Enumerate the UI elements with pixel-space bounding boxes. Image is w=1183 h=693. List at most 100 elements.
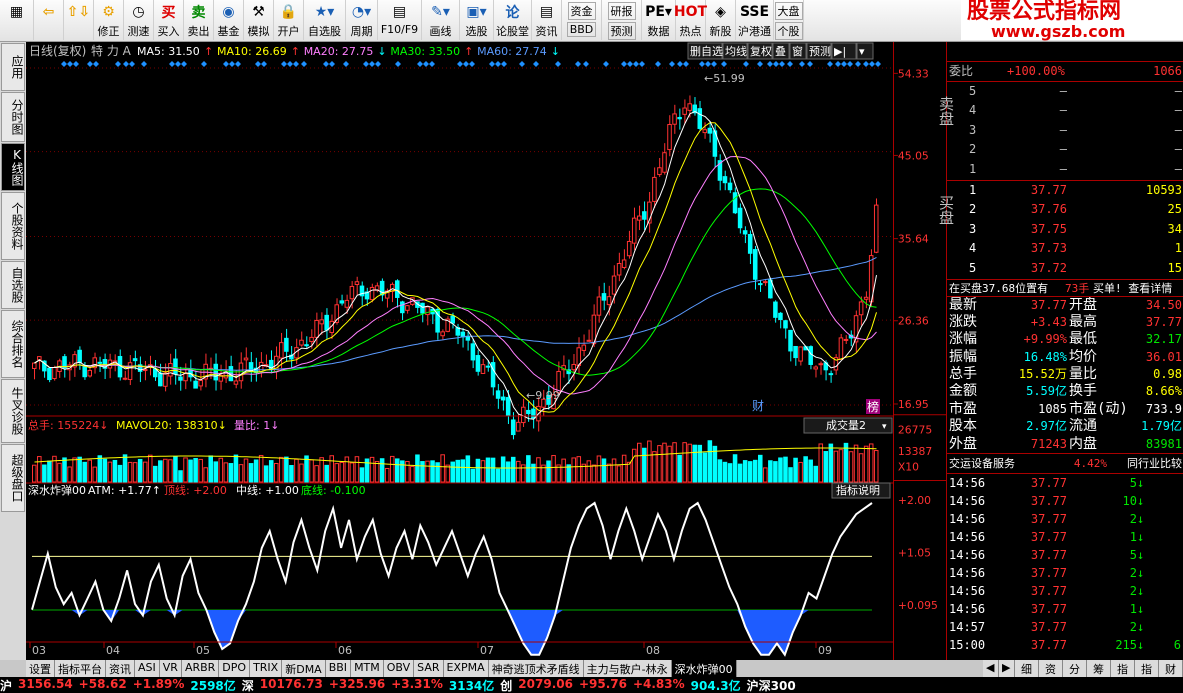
price-axis: 54.33 45.05 35.64 26.36 16.95 26775 13387 X10 +2…	[893, 42, 946, 660]
candle-body	[405, 305, 410, 311]
volume-axis-label: X10	[898, 461, 919, 474]
toolbar-data-button[interactable]: PE▾ 数据	[642, 0, 676, 40]
toolbar-info-button[interactable]: ▤ 资讯	[532, 0, 562, 40]
toolbar-modify-button[interactable]: ⚙ 修正	[94, 0, 124, 40]
sell-level-price: –	[1059, 122, 1067, 137]
toolbar-research-button[interactable]: 研报 预测	[602, 0, 642, 40]
toolbar-back-button[interactable]: ⇦	[34, 0, 64, 40]
indicator-tab-16[interactable]: 深水炸弹00	[671, 660, 737, 677]
big-order-detail-link[interactable]: 买单! 查看详情	[1093, 280, 1182, 296]
kline-chart[interactable]: 日线(复权) 特 力 A MA5: 31.50 ↑ MA10: 26.69 ↑ MA20: …	[26, 42, 893, 660]
toolbar-f10-button[interactable]: ▤ F10/F9	[378, 0, 422, 40]
x-axis-label: 05	[196, 644, 210, 657]
indicator-tab-13[interactable]: EXPMA	[443, 660, 489, 677]
toolbar-nav-button[interactable]: ⇧⇩	[64, 0, 94, 40]
indicator-tab-14[interactable]: 神奇逃顶术矛盾线	[488, 660, 584, 677]
panel-tab-4[interactable]: 指	[1111, 660, 1135, 677]
quote-label: 金额	[949, 383, 977, 400]
toolbar-hkconnect-button[interactable]: SSE 沪港通	[736, 0, 774, 40]
left-tab-2[interactable]: K线图	[1, 143, 25, 191]
volume-bar	[873, 450, 879, 483]
tick-row: 14:56 37.77 10 ↓	[947, 492, 1183, 510]
toolbar-simulate-button[interactable]: ⚒ 模拟	[244, 0, 274, 40]
tab-scroll-left-icon[interactable]: ◀	[983, 660, 999, 677]
panel-tab-3[interactable]: 筹	[1087, 660, 1111, 677]
toolbar-sell-button[interactable]: 卖卖出	[184, 0, 214, 40]
candle-body	[37, 356, 42, 361]
candle-body	[571, 363, 576, 371]
volume-bar	[546, 460, 551, 483]
indicator-tab-3[interactable]: ASI	[135, 660, 160, 677]
status-item: 904.3亿	[690, 679, 741, 693]
indicator-tab-6[interactable]: DPO	[219, 660, 251, 677]
quote-value: 37.77	[1030, 297, 1067, 312]
indicator-tab-11[interactable]: OBV	[383, 660, 415, 677]
indicator-axis-label: +0.095	[898, 599, 938, 612]
panel-tab-2[interactable]: 分	[1063, 660, 1087, 677]
left-tab-7[interactable]: 超级盘口	[1, 444, 25, 512]
quote-label-2: 内盘	[1069, 435, 1097, 452]
indicator-tab-7[interactable]: TRIX	[250, 660, 283, 677]
panel-tab-6[interactable]: 财	[1159, 660, 1183, 677]
toolbar-capital-sublabel: BBD	[566, 22, 597, 37]
volume-bar	[818, 443, 824, 483]
volume-bar	[445, 464, 450, 483]
volume-bar	[838, 449, 844, 483]
toolbar-period-button[interactable]: ◔▾ 周期	[346, 0, 378, 40]
toolbar-forum-button[interactable]: 论论股堂	[494, 0, 532, 40]
volume-bar	[117, 464, 123, 483]
toolbar-menu-button[interactable]: ▦	[0, 0, 34, 40]
tick-volume: 1	[1129, 602, 1137, 617]
left-tab-5[interactable]: 综合排名	[1, 310, 25, 378]
indicator-tab-5[interactable]: ARBR	[181, 660, 220, 677]
big-order-text: 在买盘37.68位置有	[949, 281, 1049, 295]
candle-body	[233, 380, 239, 385]
volume-bar	[788, 467, 793, 483]
toolbar-select-button[interactable]: ▣▾ 选股	[460, 0, 494, 40]
toolbar-market-button[interactable]: 大盘 个股	[774, 0, 804, 40]
finance-marker[interactable]: 财	[752, 399, 764, 413]
candle-body	[284, 337, 289, 352]
toolbar-hot-button[interactable]: HOT 热点	[674, 0, 707, 40]
toolbar-draw-button[interactable]: ✎▾ 画线	[422, 0, 460, 40]
toolbar-test-button[interactable]: ◷ 测速	[124, 0, 154, 40]
indicator-tab-8[interactable]: 新DMA	[282, 660, 326, 677]
volume-bar	[274, 462, 279, 483]
indicator-tab-10[interactable]: MTM	[351, 660, 384, 677]
left-tab-6[interactable]: 牛叉诊股	[1, 379, 25, 443]
indicator-tab-4[interactable]: VR	[159, 660, 182, 677]
toolbar-buy-button[interactable]: 买买入	[154, 0, 184, 40]
left-tab-1[interactable]: 分时图	[1, 92, 25, 142]
industry-name[interactable]: 交运设备服务	[947, 454, 1047, 473]
info-icon: ▤	[539, 4, 554, 20]
indicator-tab-0[interactable]: 设置	[26, 660, 55, 677]
volume-bar	[853, 444, 859, 483]
candle-body	[132, 358, 138, 362]
indicator-tab-2[interactable]: 资讯	[106, 660, 135, 677]
panel-tab-5[interactable]: 指	[1135, 660, 1159, 677]
left-tab-4[interactable]: 自选股	[1, 261, 25, 309]
volume-bar	[495, 468, 501, 483]
panel-tab-0[interactable]: 细	[1015, 660, 1039, 677]
tab-scroll-right-icon[interactable]: ▶	[999, 660, 1015, 677]
toolbar-capital-button[interactable]: 资金 BBD	[562, 0, 602, 40]
toolbar-selfselect-button[interactable]: ★▾ 自选股	[304, 0, 346, 40]
toolbar-fund-button[interactable]: ◉ 基金	[214, 0, 244, 40]
simulate-icon: ⚒	[252, 4, 265, 20]
volume-bar	[808, 459, 813, 483]
left-tab-3[interactable]: 个股资料	[1, 192, 25, 260]
volume-bar	[647, 440, 652, 483]
indicator-top-line: 顶线: +2.00	[164, 483, 227, 497]
left-tab-0[interactable]: 应用	[1, 43, 25, 91]
toolbar-newstock-button[interactable]: ◈ 新股	[706, 0, 736, 40]
toolbar-open-button[interactable]: 🔒 开户	[274, 0, 304, 40]
candle-body	[344, 299, 350, 308]
indicator-tab-12[interactable]: SAR	[414, 660, 444, 677]
indicator-tab-9[interactable]: BBI	[325, 660, 352, 677]
industry-compare-link[interactable]: 同行业比较	[1107, 454, 1182, 473]
indicator-tab-15[interactable]: 主力与散户-林永	[583, 660, 672, 677]
signal-diamond	[363, 61, 369, 67]
indicator-tab-1[interactable]: 指标平台	[55, 660, 106, 677]
panel-tab-1[interactable]: 资	[1039, 660, 1063, 677]
rank-marker[interactable]: 榜	[867, 399, 879, 414]
